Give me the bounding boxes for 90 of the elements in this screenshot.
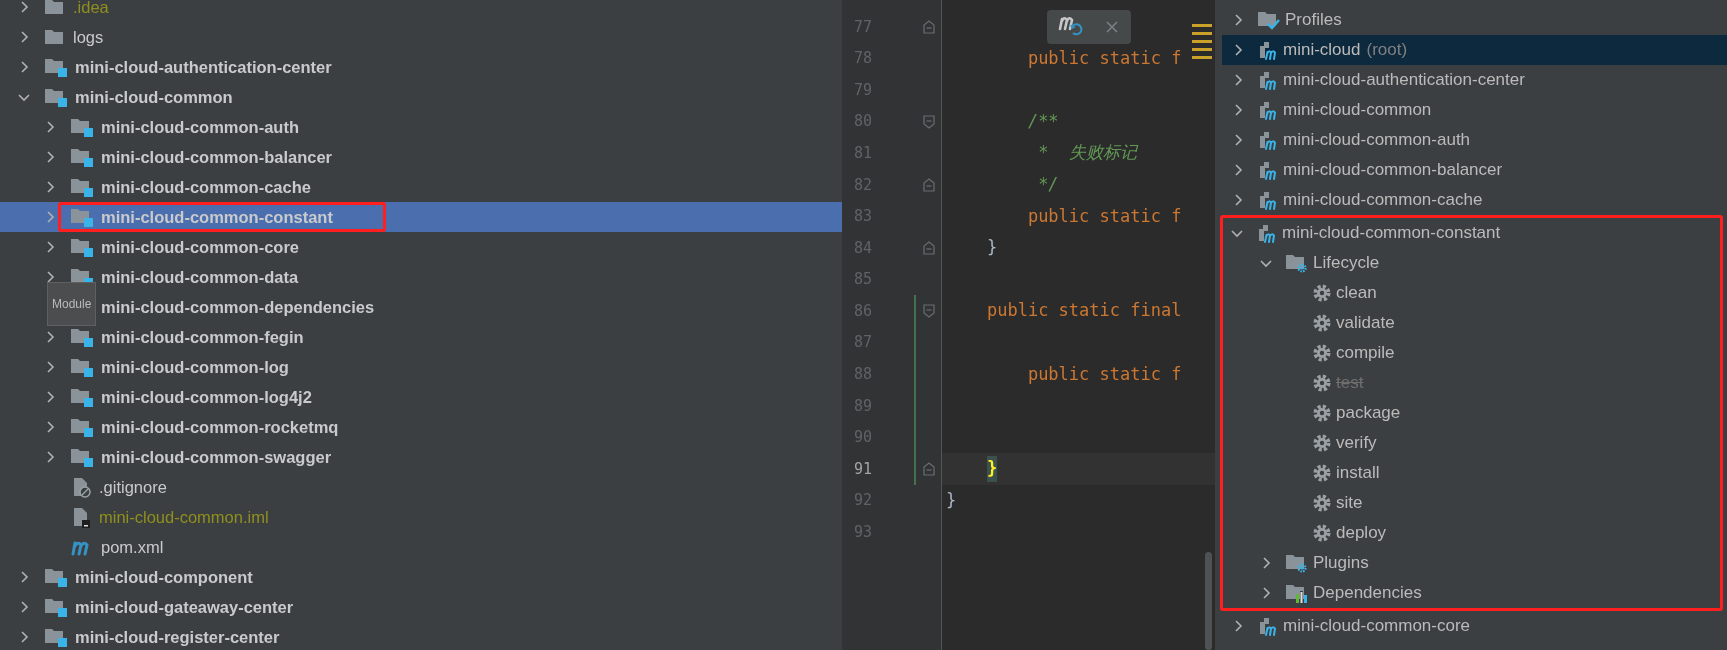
code-line: public static f (1027, 204, 1182, 228)
gear-icon (1312, 343, 1332, 363)
gear-folder-icon (1285, 552, 1309, 574)
module-folder-icon (44, 56, 68, 78)
tree-item-label[interactable]: validate (1336, 310, 1395, 336)
tree-item-label[interactable]: mini-cloud-common-dependencies (101, 294, 375, 320)
module-folder-icon (70, 386, 94, 408)
tree-item-label[interactable]: mini-cloud-common-auth (1283, 127, 1471, 153)
tree-item-label[interactable]: mini-cloud-common-swagger (101, 444, 332, 470)
code-line: * 失败标记 (1038, 141, 1137, 165)
code-line: */ (1038, 173, 1059, 196)
line-number: 91 (853, 458, 874, 480)
module-folder-icon (70, 326, 94, 348)
code-line: } (986, 236, 998, 260)
tree-item-label[interactable]: clean (1336, 280, 1377, 306)
warning-markers-icon[interactable] (1192, 24, 1212, 60)
folder-icon (44, 0, 66, 17)
tree-item-label[interactable]: mini-cloud-common-core (1283, 613, 1471, 639)
scrollbar-thumb[interactable] (1205, 552, 1212, 650)
tree-item-label[interactable]: mini-cloud-common-data (101, 264, 299, 290)
tree-item-label[interactable]: mini-cloud-common (1283, 97, 1432, 123)
module-folder-icon (44, 596, 68, 618)
code-line: } (946, 488, 957, 512)
tree-item-label[interactable]: mini-cloud-register-center (75, 624, 280, 650)
module-folder-icon (70, 146, 94, 168)
tree-item-label[interactable]: mini-cloud-common (75, 84, 233, 110)
tree-item-label[interactable]: mini-cloud-gateaway-center (75, 594, 294, 620)
gear-icon (1312, 283, 1332, 303)
tree-item-label[interactable]: logs (73, 24, 104, 50)
tree-item-label[interactable]: mini-cloud-common-balancer (1283, 157, 1503, 183)
gear-icon (1312, 493, 1332, 513)
tree-item-label[interactable]: mini-cloud-common-rocketmq (101, 414, 339, 440)
tree-item-label[interactable]: Dependencies (1313, 580, 1422, 606)
tree-item-label[interactable]: verify (1336, 430, 1377, 456)
dependencies-folder-icon (1285, 582, 1309, 604)
tree-item-label[interactable]: Plugins (1313, 550, 1369, 576)
tree-item-label[interactable]: mini-cloud-common.iml (99, 504, 269, 530)
module-folder-icon (70, 236, 94, 258)
tree-item-label[interactable]: mini-cloud-common-cache (101, 174, 311, 200)
gear-icon (1312, 433, 1332, 453)
profiles-folder-icon (1257, 9, 1281, 31)
module-folder-icon (70, 116, 94, 138)
code-line: public static final (986, 299, 1182, 323)
module-folder-icon (70, 446, 94, 468)
tree-item-label[interactable]: compile (1336, 340, 1395, 366)
tree-item-label[interactable]: Lifecycle (1313, 250, 1380, 276)
fold-start-icon[interactable] (922, 113, 936, 130)
tooltip: Module (47, 282, 97, 326)
module-folder-icon (70, 176, 94, 198)
tree-item-label[interactable]: mini-cloud-component (75, 564, 253, 590)
tree-item-label[interactable]: mini-cloud (1283, 37, 1361, 63)
tree-item-label[interactable]: mini-cloud-common-balancer (101, 144, 333, 170)
tree-item-label[interactable]: mini-cloud-common-constant (101, 204, 333, 230)
gear-icon (1312, 373, 1332, 393)
tree-item-label[interactable]: package (1336, 400, 1401, 426)
tree-item-label[interactable]: .gitignore (99, 474, 167, 500)
selected-tree-row[interactable]: mini-cloud (root) (1222, 35, 1727, 65)
module-folder-icon (44, 626, 68, 648)
code-line: public static f (1027, 362, 1182, 386)
tree-item-label[interactable]: mini-cloud-common-constant (1282, 220, 1501, 246)
tree-item-label[interactable]: mini-cloud-authentication-center (1283, 67, 1525, 93)
gear-icon (1312, 463, 1332, 483)
tree-item-label[interactable]: mini-cloud-common-cache (1283, 187, 1483, 213)
module-folder-icon (70, 206, 94, 228)
code-line: /** (1027, 109, 1059, 133)
gear-icon (1312, 403, 1332, 423)
tree-item-label[interactable]: deploy (1336, 520, 1387, 546)
code-line: public static f (1027, 46, 1182, 70)
tree-item-label[interactable]: mini-cloud-common-fegin (101, 324, 304, 350)
module-folder-icon (44, 86, 68, 108)
gear-folder-icon (1285, 252, 1309, 274)
tree-item-label[interactable]: pom.xml (101, 534, 164, 560)
selected-tree-row[interactable]: mini-cloud-common-constant (0, 202, 842, 232)
gear-icon (1312, 313, 1332, 333)
tree-item-label[interactable]: mini-cloud-common-auth (101, 114, 299, 140)
fold-start-icon[interactable] (922, 303, 936, 320)
tree-item-label[interactable]: mini-cloud-common-core (101, 234, 299, 260)
tree-item-label[interactable]: mini-cloud-common-log4j2 (101, 384, 312, 410)
tree-item-label[interactable]: site (1336, 490, 1363, 516)
tree-item-label[interactable]: .idea (73, 0, 109, 20)
module-folder-icon (70, 416, 94, 438)
tree-item-label[interactable]: mini-cloud-authentication-center (75, 54, 332, 80)
tree-item-label[interactable]: Profiles (1285, 7, 1342, 33)
tree-item-note: (root) (1366, 39, 1408, 62)
tree-item-label[interactable]: mini-cloud-common-log (101, 354, 289, 380)
gear-icon (1312, 523, 1332, 543)
tree-item-label[interactable]: install (1336, 460, 1380, 486)
module-folder-icon (44, 566, 68, 588)
module-folder-icon (70, 356, 94, 378)
folder-icon (44, 27, 66, 47)
